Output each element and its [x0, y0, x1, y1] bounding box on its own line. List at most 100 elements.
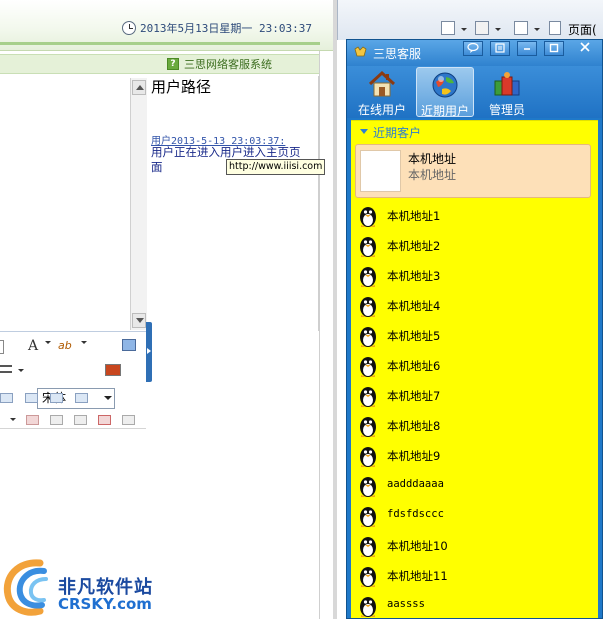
- expand-arrow-icon: [360, 129, 368, 134]
- editor-toolbar: A ab 宋体: [0, 331, 146, 428]
- recent-customers-group[interactable]: 近期客户: [351, 120, 598, 142]
- penguin-avatar-icon: [360, 507, 376, 527]
- list-item[interactable]: 本机地址8: [357, 412, 587, 440]
- close-icon[interactable]: [575, 41, 595, 56]
- list-item[interactable]: 本机地址2: [357, 232, 587, 260]
- contact-name: fdsfdsccc: [387, 508, 444, 520]
- contact-name: 本机地址7: [387, 389, 441, 403]
- tab-recent-users[interactable]: 近期用户: [416, 67, 474, 118]
- contact-name: 本机地址8: [387, 419, 441, 433]
- globe-icon: [430, 70, 460, 100]
- list-item[interactable]: aadddaaaa: [357, 472, 587, 500]
- monitor-icon[interactable]: [122, 339, 136, 351]
- penguin-avatar-icon: [360, 237, 376, 257]
- list-item[interactable]: aassss: [357, 592, 587, 618]
- list-item[interactable]: fdsfdsccc: [357, 502, 587, 530]
- print-icon[interactable]: [514, 21, 528, 35]
- notes-icon[interactable]: [490, 41, 510, 56]
- tab-admins[interactable]: 管理员: [481, 67, 533, 117]
- scroll-down-arrow-icon[interactable]: [132, 313, 146, 328]
- tab-admins-label: 管理员: [488, 103, 525, 117]
- insert-dropdown-icon[interactable]: [10, 418, 16, 421]
- contact-name: aadddaaaa: [387, 478, 444, 490]
- clock-icon: [122, 21, 136, 35]
- list-item[interactable]: 本机地址3: [357, 262, 587, 290]
- list-item[interactable]: 本机地址7: [357, 382, 587, 410]
- table-insert-icon[interactable]: [26, 415, 39, 425]
- contact-name: 本机地址11: [387, 569, 448, 583]
- tab-recent-users-label: 近期用户: [420, 104, 469, 118]
- column-insert-icon[interactable]: [74, 415, 87, 425]
- maximize-icon[interactable]: [544, 41, 564, 56]
- help-icon[interactable]: ?: [167, 58, 179, 70]
- list-item[interactable]: 本机地址11: [357, 562, 587, 590]
- browser-command-bar: [337, 0, 603, 40]
- path-title: 用户路径: [151, 78, 212, 96]
- site-watermark: 非凡软件站 CRSKY.com: [0, 555, 165, 619]
- home-dropdown-icon[interactable]: [461, 28, 467, 31]
- penguin-avatar-icon: [360, 357, 376, 377]
- penguin-avatar-icon: [360, 537, 376, 557]
- penguin-avatar-icon: [360, 387, 376, 407]
- chat-client-window: 三思客服 在线用户 近期用户 管理员 近期客户 本机地址 本机地址 本机地址1 …: [346, 39, 603, 619]
- row-insert-icon[interactable]: [50, 415, 63, 425]
- list-item[interactable]: 本机地址4: [357, 292, 587, 320]
- contact-name: 本机地址5: [387, 329, 441, 343]
- feed-dropdown-icon[interactable]: [495, 28, 501, 31]
- app-logo-icon: [354, 46, 367, 57]
- contact-name: 本机地址4: [387, 299, 441, 313]
- datetime-text: 2013年5月13日星期一 23:03:37: [140, 22, 312, 35]
- print-dropdown-icon[interactable]: [534, 28, 540, 31]
- penguin-avatar-icon: [360, 267, 376, 287]
- spellcheck-icon[interactable]: ab: [58, 339, 72, 352]
- list-item[interactable]: 本机地址10: [357, 532, 587, 560]
- collapse-panel-handle[interactable]: [146, 322, 152, 382]
- minimize-icon[interactable]: [517, 41, 537, 56]
- top-bar: 2013年5月13日星期一 23:03:37: [0, 0, 337, 51]
- list-item[interactable]: 本机地址1: [357, 202, 587, 230]
- font-color-icon[interactable]: A: [28, 338, 38, 354]
- align-center-icon[interactable]: [50, 393, 63, 403]
- feed-icon[interactable]: [475, 21, 489, 35]
- list-dropdown-icon[interactable]: [18, 369, 24, 372]
- list-item[interactable]: 本机地址9: [357, 442, 587, 470]
- selected-contact-card[interactable]: 本机地址 本机地址: [355, 144, 591, 198]
- list-item[interactable]: 本机地址6: [357, 352, 587, 380]
- font-color-dropdown-icon[interactable]: [45, 341, 51, 344]
- contact-name: 本机地址6: [387, 359, 441, 373]
- penguin-avatar-icon: [360, 447, 376, 467]
- home-icon[interactable]: [441, 21, 455, 35]
- page-icon[interactable]: [549, 21, 561, 35]
- page-menu[interactable]: 页面(: [568, 21, 597, 38]
- list-item[interactable]: 本机地址5: [357, 322, 587, 350]
- table-icon[interactable]: [0, 340, 4, 354]
- system-name: 三思网络客服系统: [184, 58, 272, 71]
- selected-contact-name: 本机地址: [408, 152, 457, 166]
- system-title-bar: ? 三思网络客服系统: [0, 54, 322, 74]
- user-path-panel: 用户路径 用户2013-5-13 23:03:37: 用户正在进入用户进入主页页…: [147, 76, 319, 331]
- tab-online-users[interactable]: 在线用户: [355, 67, 409, 117]
- penguin-avatar-icon: [360, 417, 376, 437]
- align-icon[interactable]: [0, 393, 13, 403]
- client-titlebar[interactable]: 三思客服: [347, 40, 602, 66]
- delete-row-icon[interactable]: [98, 415, 111, 425]
- penguin-avatar-icon: [360, 327, 376, 347]
- merge-cells-icon[interactable]: [122, 415, 135, 425]
- datetime-display: 2013年5月13日星期一 23:03:37: [122, 19, 312, 37]
- penguin-avatar-icon: [360, 207, 376, 227]
- penguin-avatar-icon: [360, 597, 376, 617]
- align-right-icon[interactable]: [75, 393, 88, 403]
- avatar: [360, 150, 401, 192]
- client-tab-bar: 在线用户 近期用户 管理员: [347, 66, 602, 118]
- contact-name: 本机地址2: [387, 239, 441, 253]
- align-left-icon[interactable]: [25, 393, 38, 403]
- penguin-avatar-icon: [360, 567, 376, 587]
- spellcheck-dropdown-icon[interactable]: [81, 341, 87, 344]
- vertical-scrollbar[interactable]: [130, 78, 147, 330]
- crsky-logo-icon: [3, 559, 48, 616]
- chat-icon[interactable]: [463, 41, 483, 56]
- list-icon[interactable]: [0, 365, 12, 373]
- tab-online-users-label: 在线用户: [357, 103, 406, 117]
- scroll-up-arrow-icon[interactable]: [132, 80, 146, 95]
- image-icon[interactable]: [105, 364, 121, 376]
